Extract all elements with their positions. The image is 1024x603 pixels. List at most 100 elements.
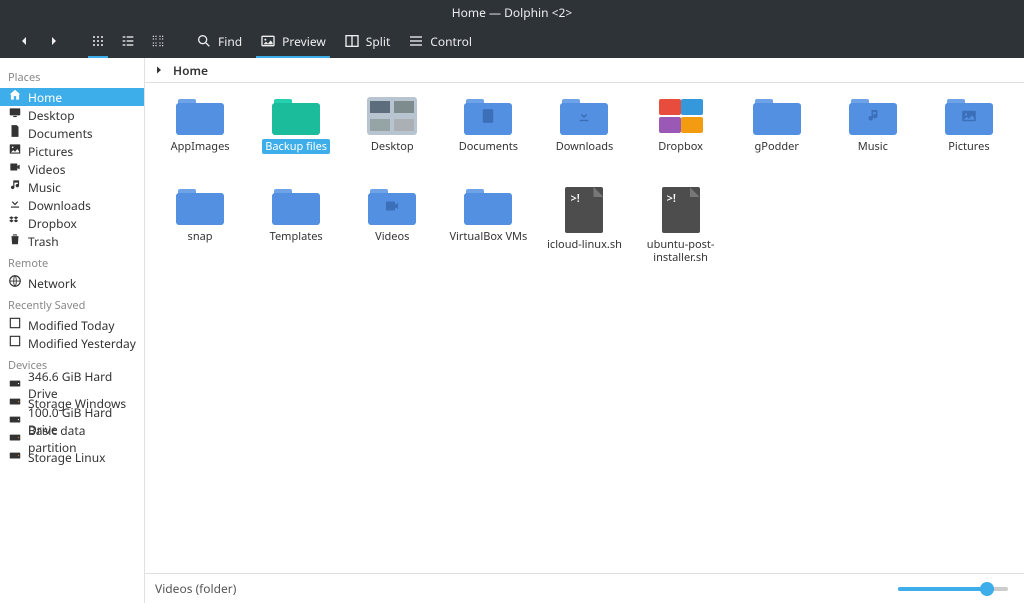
file-item-documents[interactable]: Documents: [445, 97, 531, 177]
shell-script-icon: >!: [662, 187, 700, 233]
file-label: ubuntu-post-installer.sh: [638, 237, 724, 265]
file-label: gPodder: [752, 139, 802, 154]
sidebar-item-label: Home: [28, 89, 62, 106]
file-item-dropbox[interactable]: Dropbox: [638, 97, 724, 177]
sidebar-item-label: Dropbox: [28, 215, 77, 232]
sidebar-item-label: Downloads: [28, 197, 91, 214]
file-label: Dropbox: [655, 139, 706, 154]
split-button[interactable]: Split: [336, 24, 399, 58]
music-icon: [8, 178, 22, 196]
find-button[interactable]: Find: [188, 24, 250, 58]
sidebar-item-label: Modified Today: [28, 317, 114, 334]
breadcrumb-current: Home: [173, 62, 208, 79]
file-item-downloads[interactable]: Downloads: [541, 97, 627, 177]
sidebar-item-label: Modified Yesterday: [28, 335, 136, 352]
sidebar-places-pictures[interactable]: Pictures: [0, 142, 144, 160]
section-remote: Remote: [0, 250, 144, 274]
toolbar: Find Preview Split Control: [0, 24, 1024, 58]
folder-icon: [753, 97, 801, 135]
folder-icon: [272, 187, 320, 225]
desktop-preview-icon: [367, 97, 417, 135]
drive-icon: [8, 412, 22, 430]
folder-icon: [368, 187, 416, 225]
sidebar-places-music[interactable]: Music: [0, 178, 144, 196]
sidebar-item-label: Network: [28, 275, 76, 292]
file-label: Desktop: [368, 139, 417, 154]
back-button[interactable]: [10, 24, 38, 58]
file-item-ubuntu-post-installer-sh[interactable]: >! ubuntu-post-installer.sh: [638, 187, 724, 267]
drive-ext-icon: [8, 448, 22, 466]
file-item-backup-files[interactable]: Backup files: [253, 97, 339, 177]
file-item-desktop[interactable]: Desktop: [349, 97, 435, 177]
icon-view-button[interactable]: [84, 24, 112, 58]
file-item-music[interactable]: Music: [830, 97, 916, 177]
content-area: Home AppImages Backup files Desktop Documen…: [145, 58, 1024, 603]
folder-icon: [464, 97, 512, 135]
sidebar-item-label: Music: [28, 179, 61, 196]
drive-ext-icon: [8, 394, 22, 412]
titlebar: Home — Dolphin <2>: [0, 0, 1024, 24]
breadcrumb-arrow-icon: [153, 64, 165, 76]
sidebar-places-documents[interactable]: Documents: [0, 124, 144, 142]
folder-icon: [945, 97, 993, 135]
sidebar-item-label: Documents: [28, 125, 93, 142]
preview-label: Preview: [282, 33, 326, 50]
sidebar-devices-346-6-gib-hard-drive[interactable]: 346.6 GiB Hard Drive: [0, 376, 144, 394]
checkbox-icon: [8, 316, 22, 334]
file-label: Pictures: [945, 139, 992, 154]
sidebar-remote-network[interactable]: Network: [0, 274, 144, 292]
file-item-videos[interactable]: Videos: [349, 187, 435, 267]
file-item-virtualbox-vms[interactable]: VirtualBox VMs: [445, 187, 531, 267]
file-label: VirtualBox VMs: [446, 229, 530, 244]
sidebar-places-trash[interactable]: Trash: [0, 232, 144, 250]
sidebar-places-downloads[interactable]: Downloads: [0, 196, 144, 214]
folder-icon: [849, 97, 897, 135]
file-label: Videos: [372, 229, 412, 244]
sidebar-places-videos[interactable]: Videos: [0, 160, 144, 178]
file-grid[interactable]: AppImages Backup files Desktop Documents Dow…: [145, 83, 1024, 573]
sidebar-item-label: Pictures: [28, 143, 73, 160]
sidebar-recent-modified-yesterday[interactable]: Modified Yesterday: [0, 334, 144, 352]
file-item-gpodder[interactable]: gPodder: [734, 97, 820, 177]
folder-icon: [464, 187, 512, 225]
network-icon: [8, 274, 22, 292]
desktop-icon: [8, 106, 22, 124]
sidebar-item-label: Trash: [28, 233, 59, 250]
sidebar-places-dropbox[interactable]: Dropbox: [0, 214, 144, 232]
zoom-knob[interactable]: [980, 582, 994, 596]
file-label: Documents: [456, 139, 521, 154]
download-icon: [8, 196, 22, 214]
file-label: icloud-linux.sh: [544, 237, 625, 252]
breadcrumb[interactable]: Home: [145, 58, 1024, 83]
file-item-icloud-linux-sh[interactable]: >!icloud-linux.sh: [541, 187, 627, 267]
sidebar-item-label: Desktop: [28, 107, 75, 124]
section-places: Places: [0, 64, 144, 88]
sidebar-recent-modified-today[interactable]: Modified Today: [0, 316, 144, 334]
zoom-slider[interactable]: [898, 587, 1008, 591]
sidebar-places-home[interactable]: Home: [0, 88, 144, 106]
file-label: AppImages: [168, 139, 233, 154]
file-item-pictures[interactable]: Pictures: [926, 97, 1012, 177]
section-recent: Recently Saved: [0, 292, 144, 316]
sidebar-devices-basic-data-partition[interactable]: Basic data partition: [0, 430, 144, 448]
home-icon: [8, 88, 22, 106]
sidebar-places-desktop[interactable]: Desktop: [0, 106, 144, 124]
folder-icon: [560, 97, 608, 135]
checkbox-icon: [8, 334, 22, 352]
trash-icon: [8, 232, 22, 250]
statusbar-text: Videos (folder): [155, 580, 236, 597]
preview-button[interactable]: Preview: [252, 24, 334, 58]
drive-ext-icon: [8, 430, 22, 448]
folder-icon: [272, 97, 320, 135]
file-item-snap[interactable]: snap: [157, 187, 243, 267]
file-item-appimages[interactable]: AppImages: [157, 97, 243, 177]
forward-button[interactable]: [40, 24, 68, 58]
sidebar-item-label: Storage Linux: [28, 449, 105, 466]
sidebar: Places HomeDesktopDocumentsPicturesVideo…: [0, 58, 145, 603]
compact-view-button[interactable]: [114, 24, 142, 58]
control-button[interactable]: Control: [400, 24, 480, 58]
details-view-button[interactable]: [144, 24, 172, 58]
folder-icon: [176, 187, 224, 225]
control-label: Control: [430, 33, 472, 50]
file-item-templates[interactable]: Templates: [253, 187, 339, 267]
